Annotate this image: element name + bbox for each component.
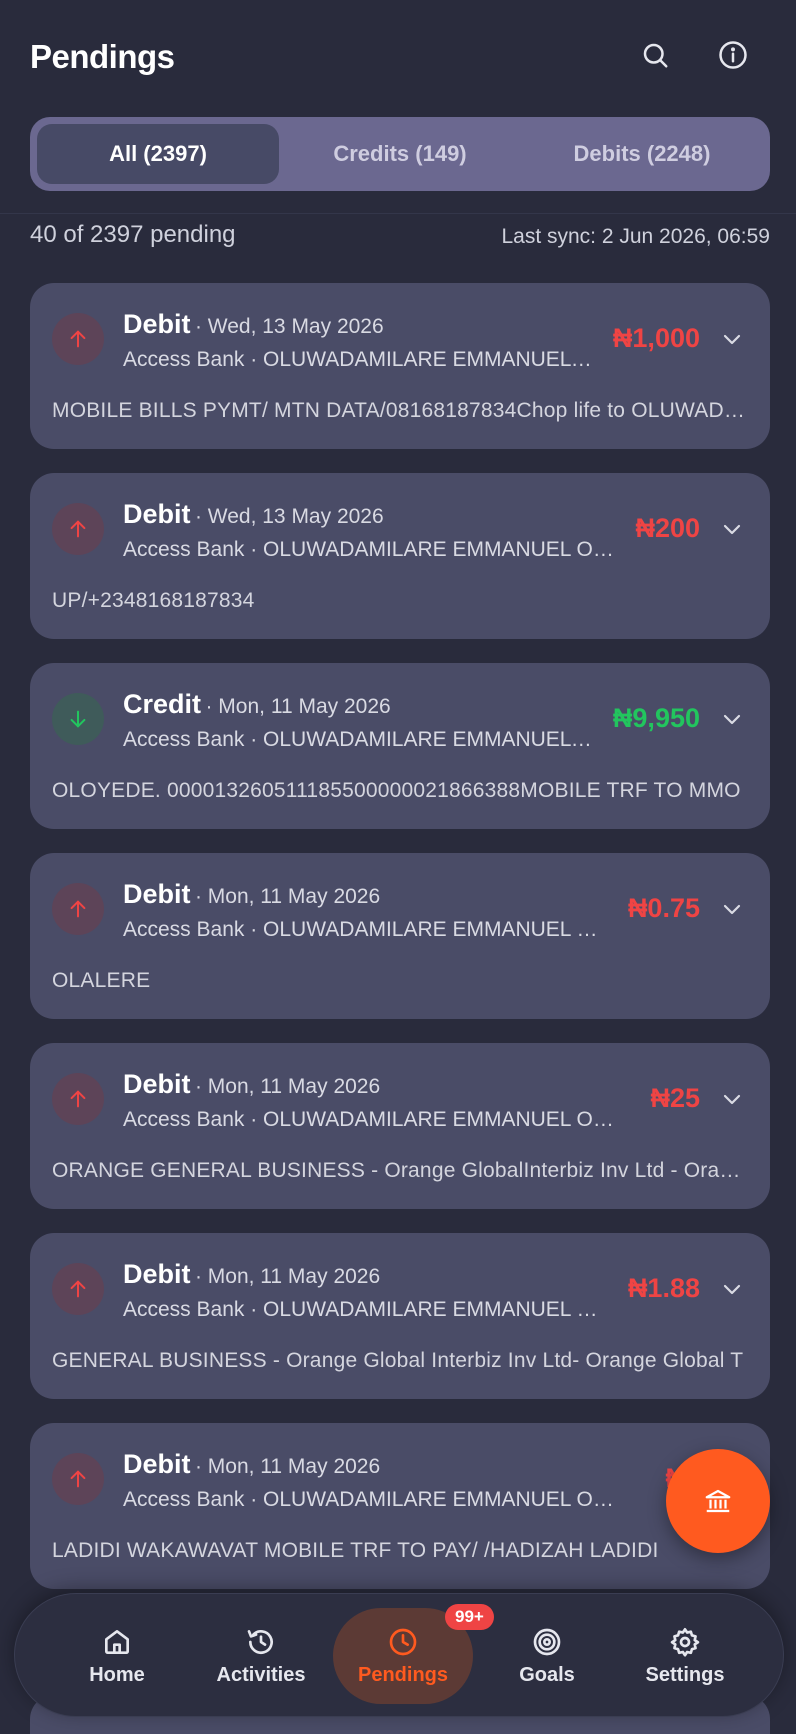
transaction-type: Debit: [123, 309, 191, 339]
arrow-down-icon: [52, 693, 104, 745]
transaction-description: ORANGE GENERAL BUSINESS - Orange GlobalI…: [52, 1159, 752, 1182]
nav-settings[interactable]: Settings: [615, 1608, 755, 1704]
transaction-amount: ₦200: [635, 513, 700, 543]
transaction-bank: Access Bank · OLUWADAMILARE EMMANUEL OLA…: [123, 348, 593, 371]
transaction-date: · Mon, 11 May 2026: [194, 1265, 381, 1288]
transaction-type: Debit: [123, 879, 191, 909]
transaction-type-line: Debit · Wed, 13 May 2026: [123, 499, 384, 530]
chevron-down-icon[interactable]: [720, 897, 744, 921]
transaction-bank: Access Bank · OLUWADAMILARE EMMANUEL OLA…: [123, 1488, 623, 1511]
last-sync: Last sync: 2 Jun 2026, 06:59: [501, 225, 770, 248]
transaction-type: Debit: [123, 1449, 191, 1479]
transaction-date: · Wed, 13 May 2026: [194, 505, 384, 528]
transaction-description: UP/+2348168187834: [52, 589, 255, 612]
arrow-up-icon: [52, 1263, 104, 1315]
transaction-card[interactable]: Debit · Mon, 11 May 2026 Access Bank · O…: [30, 1233, 770, 1399]
transaction-bank: Access Bank · OLUWADAMILARE EMMANUEL OLA…: [123, 538, 618, 561]
tab-debits[interactable]: Debits (2248): [521, 124, 763, 184]
gear-icon: [670, 1627, 700, 1657]
nav-label: Home: [89, 1663, 145, 1686]
transaction-card[interactable]: Debit · Mon, 11 May 2026 Access Bank · O…: [30, 1043, 770, 1209]
transaction-type-line: Debit · Mon, 11 May 2026: [123, 1069, 380, 1100]
home-icon: [105, 1629, 129, 1654]
transaction-description: GENERAL BUSINESS - Orange Global Interbi…: [52, 1349, 744, 1372]
filter-tabs: All (2397) Credits (149) Debits (2248): [30, 117, 770, 191]
transaction-amount: ₦25: [650, 1083, 700, 1113]
nav-label: Activities: [216, 1663, 306, 1686]
transaction-list: Debit · Wed, 13 May 2026 Access Bank · O…: [30, 283, 770, 1613]
nav-label: Goals: [519, 1663, 575, 1686]
transaction-amount: ₦1.88: [627, 1273, 700, 1303]
nav-activities[interactable]: Activities: [191, 1608, 331, 1704]
chevron-down-icon[interactable]: [720, 707, 744, 731]
search-icon[interactable]: [638, 38, 672, 72]
transaction-type: Credit: [123, 689, 202, 719]
pending-count: 40 of 2397 pending: [30, 221, 236, 248]
bottom-nav: Home Activities Pendings 99+ Goals Setti…: [14, 1593, 784, 1717]
transaction-type: Debit: [123, 1069, 191, 1099]
transaction-amount: ₦1,000: [612, 323, 700, 353]
transaction-type-line: Debit · Mon, 11 May 2026: [123, 1449, 380, 1480]
transaction-bank: Access Bank · OLUWADAMILARE EMMANUEL OLA…: [123, 1298, 601, 1321]
arrow-up-icon: [52, 1453, 104, 1505]
divider: [0, 213, 796, 214]
target-icon: [533, 1628, 561, 1655]
nav-home[interactable]: Home: [47, 1608, 187, 1704]
page-title: Pendings: [30, 38, 175, 75]
transaction-type-line: Debit · Mon, 11 May 2026: [123, 1259, 380, 1290]
transaction-bank: Access Bank · OLUWADAMILARE EMMANUEL OLA…: [123, 1108, 623, 1131]
transaction-description: MOBILE BILLS PYMT/ MTN DATA/08168187834C…: [52, 399, 752, 422]
arrow-up-icon: [52, 1073, 104, 1125]
bank-icon: [705, 1489, 731, 1513]
transaction-description: OLOYEDE. 000013260511185500000021866388M…: [52, 779, 741, 802]
header: Pendings: [0, 0, 796, 116]
clock-icon: [389, 1628, 417, 1655]
transaction-type: Debit: [123, 1259, 191, 1289]
arrow-up-icon: [52, 313, 104, 365]
transaction-date: · Mon, 11 May 2026: [205, 695, 391, 718]
transaction-card[interactable]: Debit · Mon, 11 May 2026 Access Bank · O…: [30, 1423, 770, 1589]
transaction-date: · Mon, 11 May 2026: [194, 1455, 381, 1478]
info-icon[interactable]: [716, 38, 750, 72]
transaction-card[interactable]: Debit · Wed, 13 May 2026 Access Bank · O…: [30, 283, 770, 449]
add-bank-button[interactable]: [666, 1449, 770, 1553]
transaction-description: LADIDI WAKAWAVAT MOBILE TRF TO PAY/ /HAD…: [52, 1539, 659, 1562]
history-icon: [247, 1629, 273, 1654]
tab-credits[interactable]: Credits (149): [279, 124, 521, 184]
tab-all[interactable]: All (2397): [37, 124, 279, 184]
chevron-down-icon[interactable]: [720, 1087, 744, 1111]
chevron-down-icon[interactable]: [720, 517, 744, 541]
transaction-card[interactable]: Credit · Mon, 11 May 2026 Access Bank · …: [30, 663, 770, 829]
transaction-date: · Mon, 11 May 2026: [194, 885, 381, 908]
transaction-bank: Access Bank · OLUWADAMILARE EMMANUEL OLA…: [123, 728, 593, 751]
nav-label: Settings: [645, 1663, 725, 1686]
nav-goals[interactable]: Goals: [477, 1608, 617, 1704]
arrow-up-icon: [52, 883, 104, 935]
transaction-card[interactable]: Debit · Wed, 13 May 2026 Access Bank · O…: [30, 473, 770, 639]
arrow-up-icon: [52, 503, 104, 555]
transaction-date: · Mon, 11 May 2026: [194, 1075, 381, 1098]
transaction-type-line: Debit · Mon, 11 May 2026: [123, 879, 380, 910]
transaction-date: · Wed, 13 May 2026: [194, 315, 384, 338]
chevron-down-icon[interactable]: [720, 327, 744, 351]
transaction-type-line: Debit · Wed, 13 May 2026: [123, 309, 384, 340]
transaction-amount: ₦0.75: [627, 893, 700, 923]
nav-label: Pendings: [357, 1663, 448, 1686]
chevron-down-icon[interactable]: [720, 1277, 744, 1301]
transaction-type-line: Credit · Mon, 11 May 2026: [123, 689, 391, 720]
transaction-type: Debit: [123, 499, 191, 529]
transaction-card[interactable]: Debit · Mon, 11 May 2026 Access Bank · O…: [30, 853, 770, 1019]
transaction-description: OLALERE: [52, 969, 151, 992]
transaction-amount: ₦9,950: [612, 703, 700, 733]
transaction-bank: Access Bank · OLUWADAMILARE EMMANUEL OLA…: [123, 918, 601, 941]
